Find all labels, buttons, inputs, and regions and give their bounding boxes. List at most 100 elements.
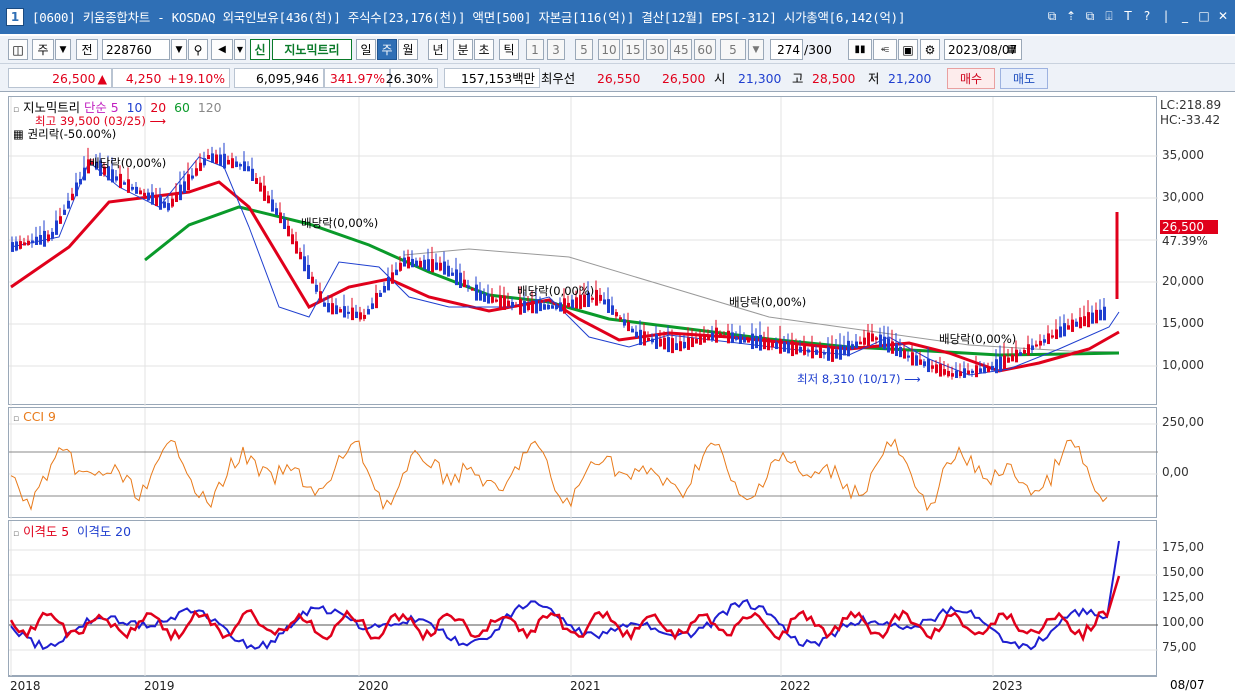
chevron-down-icon[interactable]: ▼ — [55, 39, 71, 60]
pane-handle-icon[interactable]: ▫ — [13, 414, 19, 424]
candle-body — [891, 341, 894, 354]
candle-body — [79, 179, 82, 185]
cci-chart-svg[interactable] — [9, 408, 1158, 519]
interval-input[interactable]: 5 — [720, 39, 746, 60]
x-tick-year: 2018 — [10, 679, 41, 693]
sound-icon[interactable]: ◀ — [211, 39, 233, 60]
candle-body — [631, 328, 634, 333]
font-icon[interactable]: T — [1120, 8, 1136, 24]
minimize-icon[interactable]: _ — [1177, 8, 1193, 24]
candle-body — [687, 337, 690, 350]
search-icon[interactable]: ⚲ — [188, 39, 208, 60]
candle-body — [191, 175, 194, 179]
minute-option-60[interactable]: 60 — [694, 39, 716, 60]
tab-day[interactable]: 일 — [356, 39, 376, 60]
window-number[interactable]: 1 — [6, 8, 24, 26]
pin-icon[interactable]: ⇡ — [1063, 8, 1079, 24]
maximize-icon[interactable]: □ — [1196, 8, 1212, 24]
layout-icon[interactable]: ◫ — [8, 39, 28, 60]
candle-body — [475, 284, 478, 301]
close-icon[interactable]: ✕ — [1215, 8, 1231, 24]
new-listing-badge[interactable]: 신 — [250, 39, 270, 60]
candle-body — [551, 305, 554, 309]
chart-area[interactable]: ▫ 지노믹트리 단순 5 10 20 60 120 최고 39,500 (03/… — [0, 94, 1235, 695]
candle-body — [899, 347, 902, 358]
rights-label: 권리락(-50.00%) — [27, 127, 117, 141]
cci-pane[interactable]: ▫ CCI 9 — [8, 407, 1158, 519]
count-input[interactable]: 274 — [770, 39, 803, 60]
minute-option-45[interactable]: 45 — [670, 39, 692, 60]
disparity-chart-svg[interactable] — [9, 521, 1158, 677]
candle-body — [1087, 312, 1090, 328]
minute-option-30[interactable]: 30 — [646, 39, 668, 60]
link-window-icon[interactable]: ⧉ — [1044, 8, 1060, 24]
candle-body — [259, 182, 262, 192]
candle-body — [339, 309, 342, 313]
calendar-icon[interactable]: ▦ — [1003, 39, 1021, 60]
interval-dropdown-icon[interactable]: ▼ — [748, 39, 764, 60]
save-icon[interactable]: ▣ — [898, 39, 918, 60]
price-chart-svg[interactable] — [9, 97, 1158, 406]
minute-option-15[interactable]: 15 — [622, 39, 644, 60]
candle-body — [315, 284, 318, 292]
disparity-y-axis[interactable]: 175,00 150,00 125,00 100,00 75,00 — [1158, 520, 1235, 676]
pane-handle-icon[interactable]: ▫ — [13, 105, 19, 115]
tab-month[interactable]: 월 — [398, 39, 418, 60]
tab-tick[interactable]: 틱 — [499, 39, 519, 60]
candle-body — [307, 264, 310, 280]
x-axis[interactable]: 2018 2019 2020 2021 2022 2023 — [8, 676, 1157, 695]
minute-option-10[interactable]: 10 — [598, 39, 620, 60]
minute-option-1[interactable]: 1 — [526, 39, 544, 60]
disparity-pane[interactable]: ▫ 이격도 5 이격도 20 — [8, 520, 1158, 677]
candle-body — [439, 262, 442, 271]
candle-body — [195, 168, 198, 176]
help-icon[interactable]: ? — [1139, 8, 1155, 24]
candle-body — [179, 184, 182, 201]
code-dropdown-icon[interactable]: ▼ — [171, 39, 187, 60]
period-unit-select[interactable]: 주 — [32, 39, 54, 60]
candle-body — [723, 335, 726, 338]
candle-type-icon[interactable]: ▮▮ — [848, 39, 872, 60]
candle-body — [455, 269, 458, 286]
candle-body — [1027, 344, 1030, 356]
minute-option-5[interactable]: 5 — [575, 39, 593, 60]
candle-body — [151, 192, 154, 205]
pane-handle-icon[interactable]: ▫ — [13, 529, 19, 539]
price-pane[interactable]: ▫ 지노믹트리 단순 5 10 20 60 120 최고 39,500 (03/… — [8, 96, 1158, 406]
tab-minute[interactable]: 분 — [453, 39, 473, 60]
minute-option-3[interactable]: 3 — [547, 39, 565, 60]
tab-year[interactable]: 년 — [428, 39, 448, 60]
candle-body — [803, 345, 806, 355]
candle-body — [11, 242, 14, 252]
buy-button[interactable]: 매수 — [947, 68, 995, 89]
stock-code-input[interactable]: 228760 — [102, 39, 170, 60]
candle-body — [199, 162, 202, 171]
tab-second[interactable]: 초 — [474, 39, 494, 60]
prev-button[interactable]: 전 — [76, 39, 98, 60]
duplicate-icon[interactable]: ⧉ — [1082, 8, 1098, 24]
drawing-tools-icon[interactable]: ⥺ — [873, 39, 897, 60]
tab-week[interactable]: 주 — [377, 39, 397, 60]
candle-body — [955, 370, 958, 378]
candle-body — [375, 292, 378, 309]
candle-body — [883, 336, 886, 350]
candle-body — [1095, 309, 1098, 324]
y-tick: 15,000 — [1162, 316, 1204, 330]
stock-name-label[interactable]: 지노믹트리 — [272, 39, 352, 60]
topmost-icon[interactable]: ⍗ — [1101, 8, 1117, 24]
lc-label: LC:218.89 — [1160, 98, 1222, 112]
candle-body — [975, 365, 978, 378]
cci-legend: ▫ CCI 9 — [13, 409, 56, 424]
candle-body — [435, 262, 438, 270]
candle-body — [75, 182, 78, 197]
trade-amount: 157,153백만 — [444, 68, 540, 88]
cci-y-axis[interactable]: 250,00 0,00 — [1158, 407, 1235, 518]
candle-body — [423, 259, 426, 270]
candle-body — [111, 169, 114, 183]
candle-body — [155, 195, 158, 207]
gear-icon[interactable]: ⚙ — [920, 39, 940, 60]
hc-label: HC:-33.42 — [1160, 113, 1221, 127]
sell-button[interactable]: 매도 — [1000, 68, 1048, 89]
price-y-axis[interactable]: LC:218.89 HC:-33.42 35,000 30,000 20,000… — [1158, 96, 1235, 405]
sound-dropdown-icon[interactable]: ▼ — [234, 39, 246, 60]
